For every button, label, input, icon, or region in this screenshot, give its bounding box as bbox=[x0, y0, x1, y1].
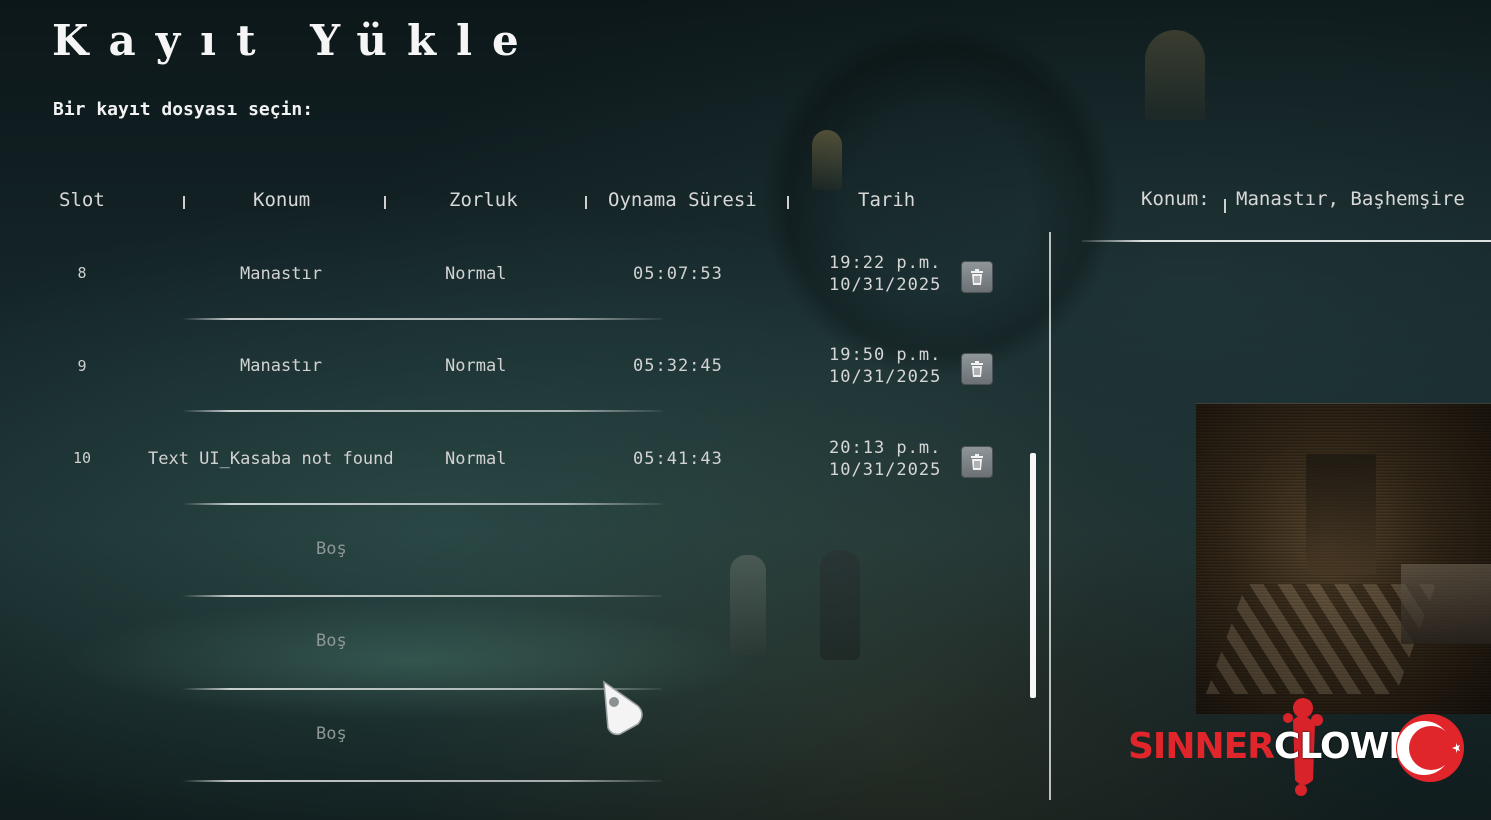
delete-save-button[interactable] bbox=[961, 261, 993, 293]
save-location: Manastır bbox=[240, 356, 322, 376]
panel-divider bbox=[1049, 232, 1051, 800]
detail-separator bbox=[1224, 199, 1226, 213]
background-window-small bbox=[812, 130, 842, 190]
hand-cursor-icon bbox=[603, 680, 643, 736]
background-rose-window bbox=[760, 20, 1120, 380]
save-time: 20:13 p.m. bbox=[829, 438, 942, 458]
save-date: 10/31/2025 bbox=[829, 460, 942, 480]
background-window bbox=[1145, 30, 1205, 120]
page-title: Kayıt Yükle bbox=[52, 16, 539, 65]
trash-icon bbox=[971, 361, 983, 377]
save-slot-number: 10 bbox=[72, 449, 92, 467]
save-preview-image bbox=[1196, 403, 1491, 714]
column-header-playtime: Oynama Süresi bbox=[608, 189, 757, 211]
save-time: 19:50 p.m. bbox=[829, 345, 942, 365]
save-date: 10/31/2025 bbox=[829, 275, 942, 295]
detail-location-label: Konum: bbox=[1141, 188, 1210, 210]
save-difficulty: Normal bbox=[445, 449, 507, 469]
trash-icon bbox=[971, 269, 983, 285]
detail-underline bbox=[1082, 240, 1491, 242]
empty-slot[interactable]: Boş bbox=[316, 724, 347, 744]
column-header-difficulty: Zorluk bbox=[449, 189, 518, 211]
column-separator bbox=[384, 196, 386, 209]
save-location: Text UI_Kasaba not found bbox=[148, 449, 394, 469]
background-fog bbox=[60, 600, 760, 720]
background-statue-right bbox=[820, 550, 860, 660]
row-divider bbox=[182, 780, 662, 782]
sinnerclown-logo: SINNERCLOWN bbox=[1128, 690, 1468, 800]
trash-icon bbox=[971, 454, 983, 470]
detail-location-value: Manastır, Başhemşire bbox=[1236, 188, 1465, 210]
row-divider bbox=[182, 595, 662, 597]
save-slot-number: 8 bbox=[77, 264, 87, 282]
empty-slot[interactable]: Boş bbox=[316, 631, 347, 651]
logo-sinner: SINNER bbox=[1128, 726, 1275, 767]
page-subtitle: Bir kayıt dosyası seçin: bbox=[53, 99, 314, 120]
column-separator bbox=[585, 196, 587, 209]
preview-desk bbox=[1401, 564, 1491, 644]
logo-wordmark: SINNERCLOWN bbox=[1128, 726, 1418, 767]
save-location: Manastır bbox=[240, 264, 322, 284]
crescent-star-icon bbox=[1396, 714, 1464, 782]
column-separator bbox=[183, 196, 185, 209]
column-header-location: Konum bbox=[253, 189, 311, 211]
save-slot-number: 9 bbox=[77, 357, 87, 375]
save-date: 10/31/2025 bbox=[829, 367, 942, 387]
delete-save-button[interactable] bbox=[961, 446, 993, 478]
empty-slot[interactable]: Boş bbox=[316, 539, 347, 559]
row-divider bbox=[182, 410, 662, 412]
save-playtime: 05:32:45 bbox=[633, 356, 723, 376]
save-difficulty: Normal bbox=[445, 356, 507, 376]
save-time: 19:22 p.m. bbox=[829, 253, 942, 273]
delete-save-button[interactable] bbox=[961, 353, 993, 385]
column-header-slot: Slot bbox=[59, 189, 105, 211]
save-difficulty: Normal bbox=[445, 264, 507, 284]
row-divider bbox=[182, 318, 662, 320]
preview-doorway bbox=[1306, 454, 1376, 574]
save-playtime: 05:41:43 bbox=[633, 449, 723, 469]
column-header-date: Tarih bbox=[858, 189, 916, 211]
row-divider bbox=[182, 503, 662, 505]
save-playtime: 05:07:53 bbox=[633, 264, 723, 284]
save-list-scrollbar[interactable] bbox=[1030, 453, 1036, 698]
row-divider bbox=[182, 688, 662, 690]
background-statue-left bbox=[730, 555, 766, 655]
load-save-screen: Kayıt Yükle Bir kayıt dosyası seçin: Slo… bbox=[0, 0, 1491, 820]
column-separator bbox=[787, 196, 789, 209]
